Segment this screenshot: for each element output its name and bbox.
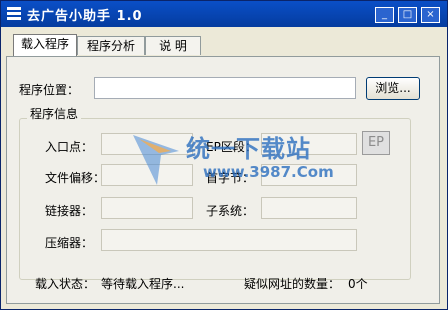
entry-point-label: 入口点： [45,140,94,154]
compressor-field [101,229,357,251]
app-window: 去广告小助手 1.0 _ □ × 载入程序 程序分析 说 明 程序位置： 浏览.… [0,0,448,310]
file-offset-label: 文件偏移： [45,171,106,185]
tab-program-analysis[interactable]: 程序分析 [77,36,145,55]
suspect-url-count: 0个 [348,277,368,291]
window-title: 去广告小助手 1.0 [27,9,143,24]
app-icon [7,7,21,21]
load-status-label: 载入状态： [35,277,96,291]
watermark-logo: 统一下载站 www.3987.Com [131,129,334,189]
load-status-value: 等待载入程序... [101,277,185,291]
subsystem-label: 子系统： [206,204,255,218]
compressor-label: 压缩器： [45,236,94,250]
watermark-text: 统一下载站 [186,135,311,163]
linker-field [101,197,193,219]
program-info-title: 程序信息 [27,105,82,122]
program-location-input[interactable] [94,77,356,99]
minimize-button[interactable]: _ [375,7,394,23]
watermark-arrow-icon [133,135,179,185]
close-button[interactable]: × [421,7,440,23]
suspect-url-label: 疑似网址的数量： [244,277,341,291]
watermark-url: www.3987.Com [203,163,334,181]
title-bar[interactable]: 去广告小助手 1.0 _ □ × [1,1,447,27]
subsystem-field [261,197,357,219]
ep-button[interactable]: EP [362,131,390,155]
maximize-button[interactable]: □ [398,7,417,23]
tab-instructions[interactable]: 说 明 [145,36,201,55]
linker-label: 链接器： [45,204,94,218]
browse-button[interactable]: 浏览... [366,77,420,100]
tab-load-program[interactable]: 载入程序 [13,34,77,56]
program-location-label: 程序位置： [19,83,80,97]
